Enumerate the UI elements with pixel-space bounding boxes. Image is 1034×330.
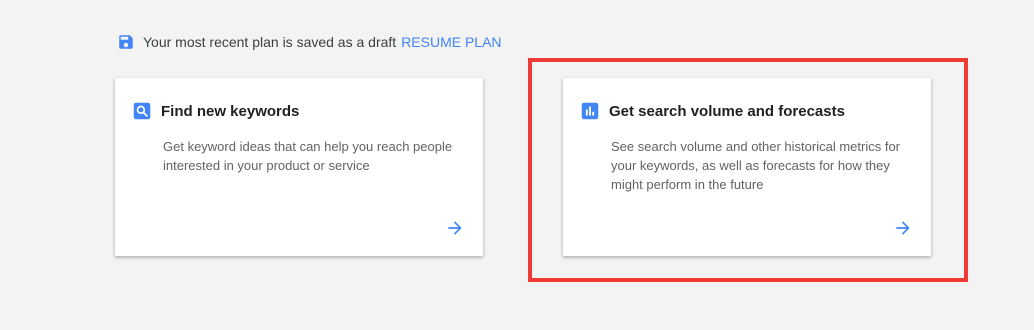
draft-notice: Your most recent plan is saved as a draf… bbox=[117, 31, 502, 53]
card-description: Get keyword ideas that can help you reac… bbox=[163, 139, 453, 173]
arrow-right-icon[interactable] bbox=[445, 218, 465, 238]
card-title-row: Get search volume and forecasts bbox=[581, 102, 845, 120]
card-title: Find new keywords bbox=[161, 102, 300, 120]
search-volume-forecasts-card[interactable]: Get search volume and forecasts See sear… bbox=[563, 78, 931, 256]
draft-message: Your most recent plan is saved as a draf… bbox=[143, 34, 397, 50]
card-description: See search volume and other historical m… bbox=[611, 139, 901, 192]
save-icon bbox=[119, 35, 133, 49]
search-icon bbox=[133, 102, 151, 120]
find-new-keywords-card[interactable]: Find new keywords Get keyword ideas that… bbox=[115, 78, 483, 256]
card-title: Get search volume and forecasts bbox=[609, 102, 845, 120]
resume-plan-link[interactable]: RESUME PLAN bbox=[401, 34, 501, 50]
card-title-row: Find new keywords bbox=[133, 102, 299, 120]
arrow-right-icon[interactable] bbox=[893, 218, 913, 238]
bar-chart-icon bbox=[581, 102, 599, 120]
